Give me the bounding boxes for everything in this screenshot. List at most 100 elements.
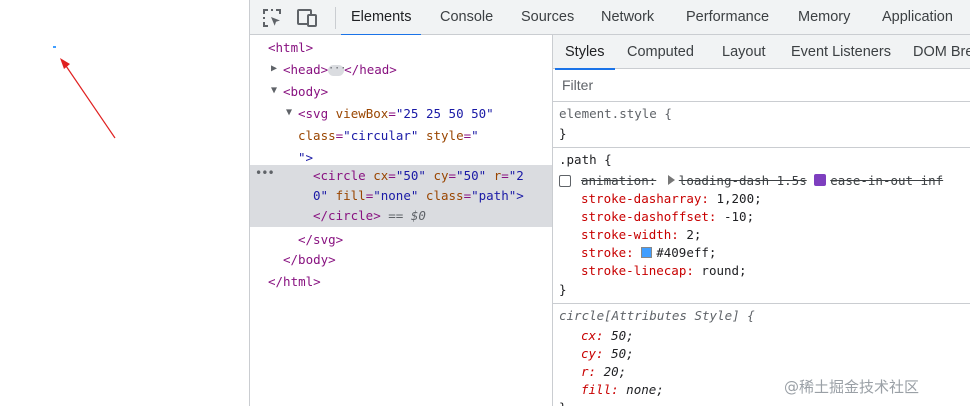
animation-toggle-checkbox[interactable] [559, 175, 571, 187]
circle-class-value: "path"> [471, 188, 524, 203]
circle-r-value-cont: 0" [313, 188, 329, 203]
prop-name: r: [581, 364, 597, 379]
prop-value: none; [618, 382, 664, 397]
html-close-tag: </html> [268, 274, 321, 289]
dom-node-head[interactable]: <head>···</head> [283, 59, 397, 81]
tab-layout[interactable]: Layout [722, 35, 766, 69]
prop-name: stroke: [581, 245, 634, 260]
circle-close-tag: </circle> [313, 208, 381, 223]
circle-cy-attr: cy [433, 168, 449, 183]
animation-prop-value: loading-dash 1.5s [678, 173, 807, 188]
dom-node-html[interactable]: <html> [268, 37, 313, 59]
body-open-tag: <body> [283, 84, 329, 99]
tab-console[interactable]: Console [440, 0, 493, 35]
node-actions-icon[interactable]: ••• [255, 166, 275, 180]
tab-dom-breakpoints[interactable]: DOM Bre [913, 35, 970, 69]
device-toolbar-icon[interactable] [295, 6, 319, 30]
element-style-close-brace: } [559, 126, 567, 141]
animation-easing-value: ease-in-out inf [830, 173, 944, 188]
dom-node-circle-line1[interactable]: <circle cx="50" cy="50" r="2 [313, 165, 524, 187]
stroke-property[interactable]: stroke: #409eff; [581, 244, 716, 262]
tab-memory[interactable]: Memory [798, 0, 850, 35]
tab-computed[interactable]: Computed [627, 35, 694, 69]
attributes-rule-close-brace: } [559, 399, 567, 406]
stroke-linecap-property[interactable]: stroke-linecap: round; [581, 262, 747, 280]
tab-application[interactable]: Application [882, 0, 953, 35]
animation-prop-name: animation: [581, 173, 657, 188]
tab-network[interactable]: Network [601, 0, 654, 35]
collapsed-ellipsis-icon[interactable]: ··· [328, 64, 346, 76]
circle-open-tag: <circle [313, 168, 366, 183]
tab-event-listeners[interactable]: Event Listeners [791, 35, 891, 69]
head-close-tag: </head> [344, 62, 397, 77]
prop-name: cy: [581, 346, 604, 361]
dom-node-circle-line2[interactable]: 0" fill="none" class="path"> [313, 185, 524, 207]
svg-open-tag: <svg [298, 106, 329, 121]
stroke-dasharray-property[interactable]: stroke-dasharray: 1,200; [581, 190, 762, 208]
svg-viewbox-attr: viewBox [335, 106, 389, 121]
dom-node-svg-close[interactable]: </svg> [298, 229, 343, 251]
selected-node-marker: == $0 [388, 208, 426, 223]
prop-value: 50; [603, 328, 634, 343]
tab-sources[interactable]: Sources [521, 0, 574, 35]
svg-viewbox-value: "25 25 50 50" [395, 106, 494, 121]
attr-r-property: r: 20; [581, 363, 626, 381]
dom-tree: ••• <html> ▶ <head>···</head> ▼ <body> ▼… [250, 35, 552, 406]
rule-divider [553, 303, 970, 304]
dom-node-html-close[interactable]: </html> [268, 271, 321, 293]
play-animation-icon[interactable] [667, 175, 675, 185]
prop-name: stroke-width: [581, 227, 679, 242]
circle-cy-value: "50" [456, 168, 487, 183]
attributes-style-selector[interactable]: circle[Attributes Style] { [559, 307, 755, 325]
attr-cx-property: cx: 50; [581, 327, 634, 345]
head-open-tag: <head> [283, 62, 329, 77]
styles-filter-input[interactable]: Filter [553, 69, 970, 102]
color-swatch-icon[interactable] [641, 247, 653, 258]
prop-value: 20; [596, 364, 627, 379]
collapse-body-icon[interactable]: ▼ [271, 85, 277, 96]
dom-node-circle-line3[interactable]: </circle> == $0 [313, 205, 426, 227]
prop-name: fill: [581, 382, 619, 397]
element-style-selector[interactable]: element.style { [559, 105, 672, 123]
path-rule-selector[interactable]: .path { [559, 151, 612, 169]
dom-node-svg-line1[interactable]: <svg viewBox="25 25 50 50" [298, 103, 494, 125]
tab-elements[interactable]: Elements [340, 0, 422, 36]
prop-name: cx: [581, 328, 604, 343]
devtools-panel: Elements Console Sources Network Perform… [249, 0, 970, 406]
dom-node-svg-line2[interactable]: class="circular" style=" [298, 125, 479, 147]
styles-pane: Styles Computed Layout Event Listeners D… [552, 35, 970, 406]
element-picker-icon[interactable] [260, 6, 284, 30]
circle-r-value: "2 [508, 168, 524, 183]
watermark: @稀土掘金技术社区 [784, 378, 920, 396]
prop-value: 1,200; [708, 191, 762, 206]
svg-style-attr: style [425, 128, 464, 143]
collapse-svg-icon[interactable]: ▼ [286, 107, 292, 118]
circle-cx-attr: cx [373, 168, 389, 183]
tab-performance[interactable]: Performance [686, 0, 769, 35]
tab-styles[interactable]: Styles [555, 35, 614, 70]
easing-editor-icon[interactable] [814, 174, 827, 186]
svg-close-tag: </svg> [298, 232, 344, 247]
expand-head-icon[interactable]: ▶ [271, 63, 277, 74]
prop-value: 50; [603, 346, 634, 361]
prop-value: round; [693, 263, 747, 278]
toolbar-separator [335, 7, 336, 29]
attr-fill-property: fill: none; [581, 381, 664, 399]
prop-value: 2; [678, 227, 702, 242]
dom-node-body-close[interactable]: </body> [283, 249, 336, 271]
dom-node-body[interactable]: <body> [283, 81, 328, 103]
animation-property[interactable]: animation: loading-dash 1.5s ease-in-out… [581, 172, 943, 190]
dom-node-svg-line3[interactable]: "> [298, 147, 313, 169]
circle-cx-value: "50" [395, 168, 426, 183]
svg-class-value: "circular" [343, 128, 419, 143]
rule-divider [553, 147, 970, 148]
circle-class-attr: class [425, 188, 464, 203]
stroke-width-property[interactable]: stroke-width: 2; [581, 226, 701, 244]
circle-fill-attr: fill [335, 188, 366, 203]
svg-class-attr: class [298, 128, 336, 143]
prop-value: #409eff; [656, 245, 717, 260]
prop-value: -10; [716, 209, 755, 224]
stroke-dashoffset-property[interactable]: stroke-dashoffset: -10; [581, 208, 754, 226]
svg-style-value: " [471, 128, 479, 143]
path-rule-close-brace: } [559, 282, 567, 297]
